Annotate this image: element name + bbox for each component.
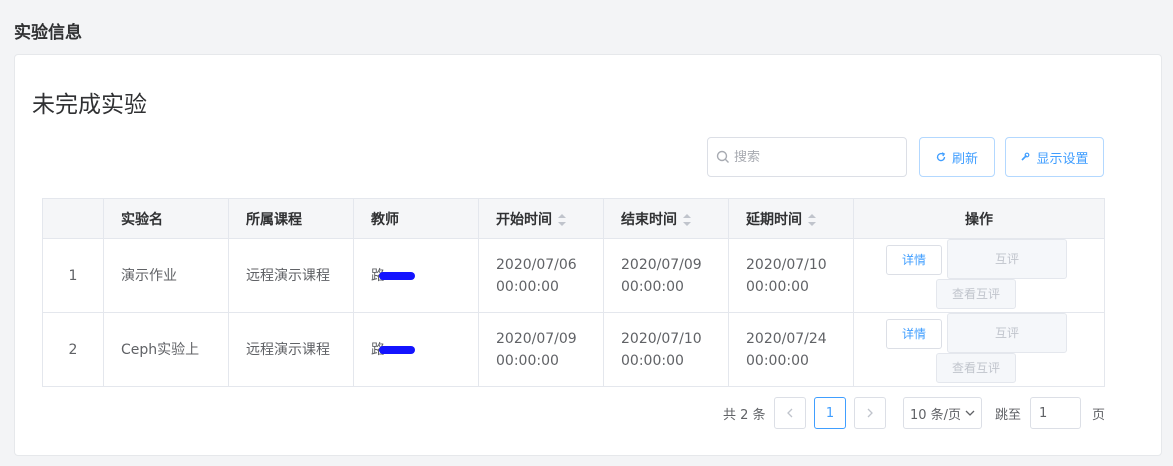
chevron-right-icon — [867, 408, 873, 418]
page-size-select[interactable]: 10 条/页 — [903, 397, 982, 429]
experiment-name: 演示作业 — [103, 238, 229, 313]
end-time: 2020/07/09 00:00:00 — [603, 238, 729, 313]
header-name: 实验名 — [103, 198, 229, 239]
sort-icon[interactable] — [558, 213, 566, 226]
detail-button[interactable]: 详情 — [886, 245, 942, 275]
goto-label: 跳至 — [995, 407, 1022, 423]
teacher-name: 路 — [353, 238, 479, 313]
card-title: 未完成实验 — [32, 92, 147, 118]
table-row: 2 Ceph实验上 远程演示课程 路 2020/07/09 00:00:00 2… — [42, 312, 1105, 387]
header-start-time[interactable]: 开始时间 — [478, 198, 604, 239]
experiment-card: 未完成实验 刷新 显示设置 实验名 所属课程 教师 开始时间 结束时间 延期时间… — [14, 54, 1162, 456]
header-end-time[interactable]: 结束时间 — [603, 198, 729, 239]
search-icon — [716, 150, 729, 163]
table-header-row: 实验名 所属课程 教师 开始时间 结束时间 延期时间 操作 — [42, 198, 1105, 239]
search-input[interactable] — [734, 149, 904, 165]
wrench-icon — [1021, 152, 1030, 161]
start-time: 2020/07/06 00:00:00 — [478, 238, 604, 313]
course-name: 远程演示课程 — [228, 312, 354, 387]
section-title: 实验信息 — [14, 23, 82, 43]
refresh-label: 刷新 — [951, 151, 978, 167]
page-size-value: 10 条/页 — [909, 407, 962, 423]
delay-time: 2020/07/10 00:00:00 — [728, 238, 854, 313]
end-time: 2020/07/10 00:00:00 — [603, 312, 729, 387]
header-actions: 操作 — [853, 198, 1105, 239]
next-page-button[interactable] — [854, 397, 886, 429]
header-teacher: 教师 — [353, 198, 479, 239]
row-index: 2 — [42, 312, 104, 387]
goto-page-input[interactable]: 1 — [1030, 397, 1081, 429]
refresh-button[interactable]: 刷新 — [919, 137, 995, 177]
pagination-total: 共 2 条 — [723, 407, 766, 423]
experiment-name: Ceph实验上 — [103, 312, 229, 387]
page-unit-label: 页 — [1092, 407, 1106, 423]
display-settings-label: 显示设置 — [1036, 151, 1089, 167]
chevron-down-icon — [965, 410, 975, 416]
header-index — [42, 198, 104, 239]
detail-button[interactable]: 详情 — [886, 319, 942, 349]
prev-page-button[interactable] — [774, 397, 806, 429]
experiment-table: 实验名 所属课程 教师 开始时间 结束时间 延期时间 操作 1 演示作业 远程演… — [42, 198, 1105, 387]
course-name: 远程演示课程 — [228, 238, 354, 313]
sort-icon[interactable] — [808, 213, 816, 226]
header-delay-time[interactable]: 延期时间 — [728, 198, 854, 239]
refresh-icon — [936, 152, 946, 162]
peer-review-button[interactable]: 互评 — [947, 313, 1067, 353]
sort-icon[interactable] — [683, 213, 691, 226]
start-time: 2020/07/09 00:00:00 — [478, 312, 604, 387]
view-peer-review-button[interactable]: 查看互评 — [936, 353, 1016, 383]
view-peer-review-button[interactable]: 查看互评 — [936, 279, 1016, 309]
redaction-mark — [379, 345, 415, 354]
header-course: 所属课程 — [228, 198, 354, 239]
display-settings-button[interactable]: 显示设置 — [1005, 137, 1104, 177]
row-actions: 详情 互评 查看互评 — [853, 312, 1105, 387]
chevron-left-icon — [787, 408, 793, 418]
teacher-name: 路 — [353, 312, 479, 387]
search-box[interactable] — [707, 137, 907, 177]
redaction-mark — [379, 271, 415, 280]
delay-time: 2020/07/24 00:00:00 — [728, 312, 854, 387]
table-row: 1 演示作业 远程演示课程 路 2020/07/06 00:00:00 2020… — [42, 238, 1105, 313]
peer-review-button[interactable]: 互评 — [947, 239, 1067, 279]
row-actions: 详情 互评 查看互评 — [853, 238, 1105, 313]
row-index: 1 — [42, 238, 104, 313]
page-number-button[interactable]: 1 — [814, 397, 846, 429]
